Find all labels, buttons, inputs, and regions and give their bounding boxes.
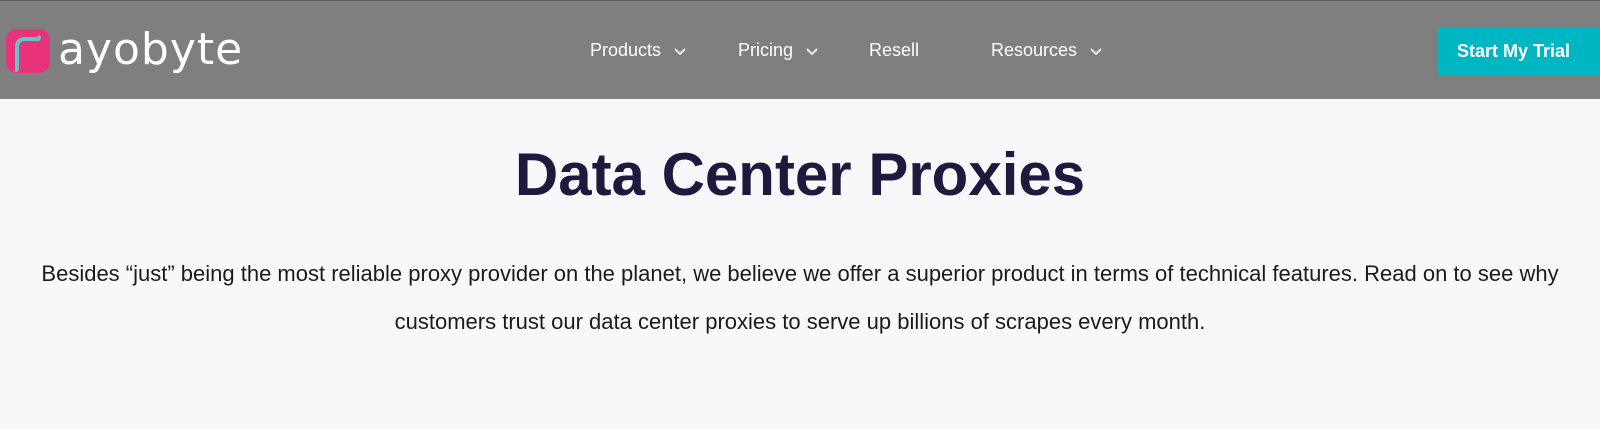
nav-resources-label: Resources [991,40,1078,60]
start-trial-button[interactable]: Start My Trial [1438,27,1600,76]
nav-resources[interactable]: Resources [991,1,1103,100]
nav-products[interactable]: Products [590,1,687,100]
brand-name: ayobyte [58,24,244,75]
brand-logo[interactable]: ayobyte [4,24,243,76]
nav-products-label: Products [590,40,662,60]
nav-resell-label: Resell [869,40,920,60]
site-header: ayobyte Products Pricing Resell Resource… [0,0,1600,99]
chevron-down-icon [1090,47,1102,55]
chevron-down-icon [674,47,686,55]
page-description: Besides “just” being the most reliable p… [41,261,1559,334]
nav-pricing[interactable]: Pricing [738,1,819,100]
rayobyte-logo-mark-icon [6,29,50,73]
nav-pricing-label: Pricing [738,40,794,60]
nav-resell[interactable]: Resell [869,1,919,100]
page-title: Data Center Proxies [514,141,1086,208]
chevron-down-icon [806,47,818,55]
